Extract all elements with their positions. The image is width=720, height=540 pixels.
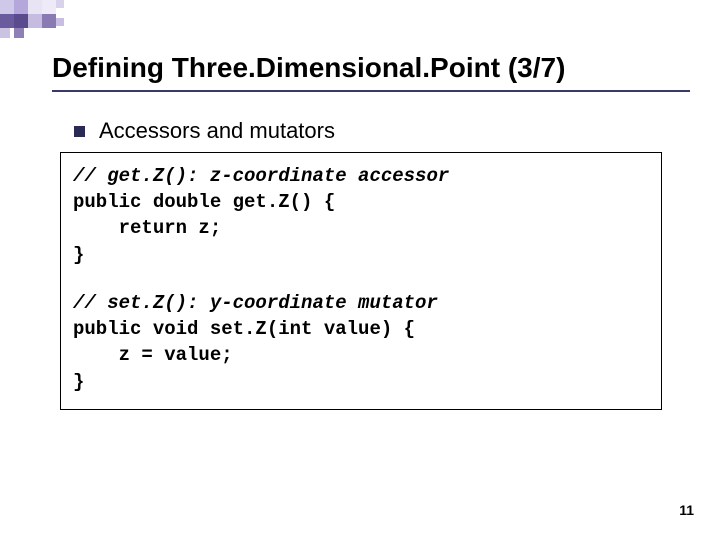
code-line: public void set.Z(int value) { bbox=[73, 316, 649, 342]
slide-title: Defining Three.Dimensional.Point (3/7) bbox=[52, 52, 690, 92]
code-line: } bbox=[73, 369, 649, 395]
bullet-text: Accessors and mutators bbox=[99, 118, 335, 144]
code-box: // get.Z(): z-coordinate accessor public… bbox=[60, 152, 662, 410]
code-comment: // set.Z(): y-coordinate mutator bbox=[73, 290, 649, 316]
bullet-square-icon bbox=[74, 126, 85, 137]
page-number: 11 bbox=[679, 502, 694, 518]
title-area: Defining Three.Dimensional.Point (3/7) bbox=[52, 52, 690, 92]
corner-decoration bbox=[0, 0, 160, 40]
code-comment: // get.Z(): z-coordinate accessor bbox=[73, 163, 649, 189]
code-line: return z; bbox=[73, 215, 649, 241]
bullet-row: Accessors and mutators bbox=[74, 118, 335, 144]
code-line: public double get.Z() { bbox=[73, 189, 649, 215]
code-line: } bbox=[73, 242, 649, 268]
code-line: z = value; bbox=[73, 342, 649, 368]
